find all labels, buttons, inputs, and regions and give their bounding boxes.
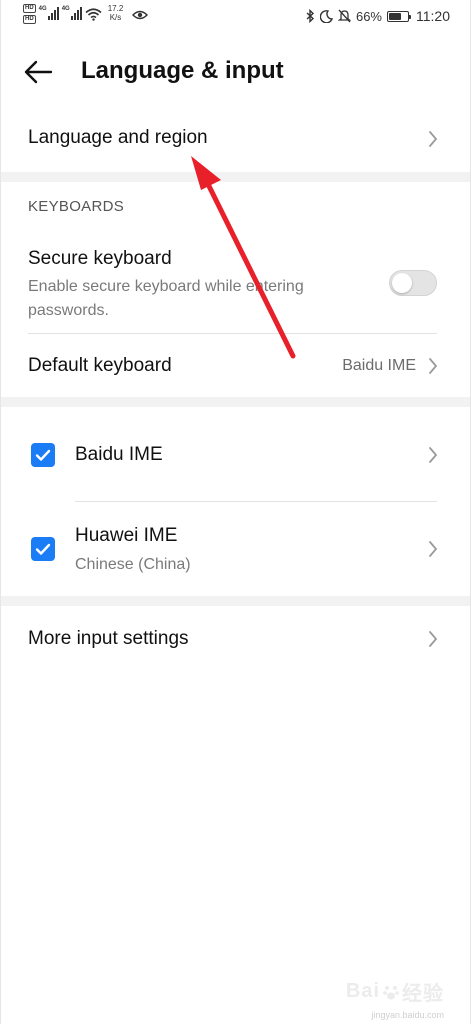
more-input-settings-row[interactable]: More input settings (1, 608, 470, 670)
hd-badge: HD (23, 4, 36, 13)
language-region-row[interactable]: Language and region (1, 108, 470, 170)
wifi-icon (85, 8, 102, 21)
ime-checkbox-huawei[interactable] (31, 537, 55, 561)
paw-logo-icon (383, 985, 399, 999)
chevron-right-icon (429, 447, 438, 463)
secure-keyboard-description: Enable secure keyboard while entering (28, 278, 304, 295)
network-type: 4G (38, 6, 47, 12)
secure-keyboard-description: passwords. (28, 302, 109, 319)
language-region-label: Language and region (28, 127, 208, 148)
check-icon (35, 543, 51, 555)
section-divider (1, 172, 470, 182)
network-speed: 17.2 K/s (108, 4, 124, 22)
ime-checkbox-baidu[interactable] (31, 443, 55, 467)
eye-icon (132, 10, 149, 20)
watermark-text: 经验 (402, 983, 444, 1005)
ime-label: Huawei IME (75, 525, 178, 546)
row-divider (28, 333, 437, 334)
ime-label: Baidu IME (75, 444, 163, 465)
status-left: HD HD 4G 4G 17.2 K/s (23, 4, 149, 24)
battery-level (389, 12, 401, 20)
status-right: 66% 11:20 (306, 8, 450, 24)
clock: 11:20 (416, 8, 450, 24)
default-keyboard-label: Default keyboard (28, 355, 172, 376)
chevron-right-icon (429, 631, 438, 647)
moon-icon (319, 9, 333, 23)
battery-percent: 66% (355, 8, 382, 24)
back-arrow-icon (24, 60, 53, 84)
section-divider (1, 397, 470, 407)
mute-icon (337, 9, 351, 23)
page-title: Language & input (81, 57, 284, 84)
row-divider (75, 501, 437, 502)
speed-value: 17.2 (107, 4, 124, 13)
app-header: Language & input (1, 44, 470, 100)
secure-keyboard-label: Secure keyboard (28, 248, 172, 269)
ime-sublabel: Chinese (China) (75, 556, 191, 573)
signal-icon (70, 7, 82, 20)
ime-item-huawei[interactable]: Huawei IME Chinese (China) (1, 503, 470, 595)
toggle-knob (392, 273, 412, 293)
watermark-url: jingyan.baidu.com (371, 1010, 444, 1020)
bluetooth-icon (306, 9, 314, 23)
chevron-right-icon (429, 131, 438, 147)
baidu-watermark: Bai 经验 (346, 977, 444, 1006)
section-divider (1, 596, 470, 606)
hd-badges: HD HD (23, 4, 36, 24)
watermark-text: Bai (345, 980, 380, 1002)
phone-screen: HD HD 4G 4G 17.2 K/s 66% 11:20 Language … (0, 0, 471, 1024)
default-keyboard-row[interactable]: Default keyboard Baidu IME (1, 336, 470, 396)
hd-badge: HD (23, 15, 36, 24)
secure-keyboard-row[interactable]: Secure keyboard Enable secure keyboard w… (1, 236, 470, 332)
speed-unit: K/s (109, 13, 122, 22)
check-icon (35, 449, 51, 461)
section-header-keyboards: KEYBOARDS (28, 198, 125, 215)
secure-keyboard-toggle[interactable] (389, 270, 437, 296)
back-button[interactable] (23, 54, 63, 90)
more-input-settings-label: More input settings (28, 628, 189, 649)
battery-icon (387, 10, 411, 22)
default-keyboard-value: Baidu IME (342, 357, 416, 374)
chevron-right-icon (429, 541, 438, 557)
signal-icon (47, 7, 59, 20)
status-bar: HD HD 4G 4G 17.2 K/s 66% 11:20 (1, 0, 470, 32)
chevron-right-icon (429, 358, 438, 374)
ime-item-baidu[interactable]: Baidu IME (1, 410, 470, 500)
network-type: 4G (61, 6, 70, 12)
